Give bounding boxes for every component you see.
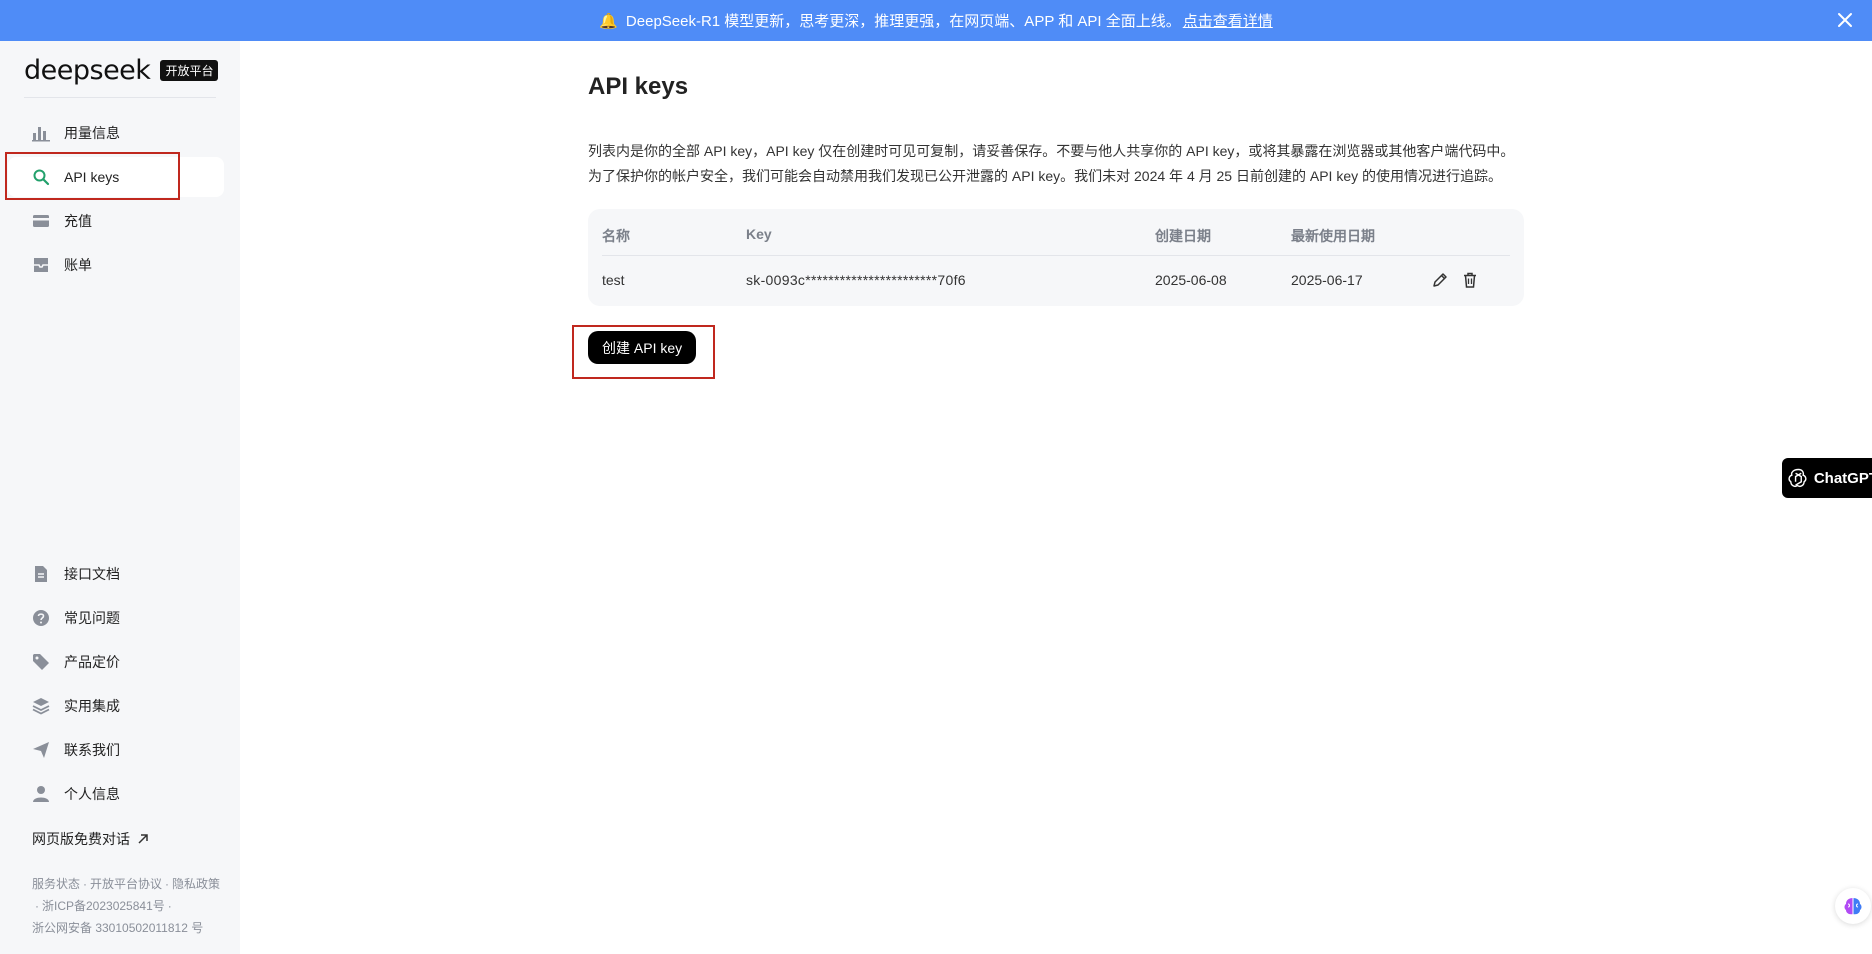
document-icon (32, 565, 50, 583)
column-header-created: 创建日期 (1155, 228, 1211, 244)
cell-key-name: test (602, 272, 625, 288)
send-icon (32, 741, 50, 759)
sidebar-divider (24, 97, 216, 98)
sidebar-item-label: 常见问题 (64, 610, 120, 626)
api-keys-table: 名称 Key 创建日期 最新使用日期 test sk-0093c********… (588, 209, 1524, 306)
column-header-name: 名称 (602, 228, 630, 244)
service-status-link[interactable]: 服务状态 (32, 877, 80, 891)
sidebar-item-integrations[interactable]: 实用集成 (8, 686, 224, 726)
announcement-banner: 🔔 DeepSeek-R1 模型更新，思考更深，推理更强，在网页端、APP 和 … (0, 0, 1872, 41)
sidebar-item-label: 账单 (64, 257, 92, 273)
sidebar-item-label: 接口文档 (64, 566, 120, 582)
sidebar-item-billing[interactable]: 账单 (8, 245, 224, 285)
free-chat-label: 网页版免费对话 (32, 831, 130, 847)
privacy-link[interactable]: 隐私政策 (172, 877, 220, 891)
brain-icon (1844, 898, 1862, 915)
free-chat-link[interactable]: 网页版免费对话 (32, 829, 150, 849)
bill-icon (32, 256, 50, 274)
chatgpt-floating-button[interactable]: ChatGPT (1782, 458, 1872, 498)
logo-row: deepseek 开放平台 (24, 55, 219, 86)
question-icon (32, 609, 50, 627)
bar-chart-icon (32, 124, 50, 142)
sidebar-item-profile[interactable]: 个人信息 (8, 774, 224, 814)
bell-icon: 🔔 (599, 12, 618, 30)
agreement-link[interactable]: 开放平台协议 (90, 877, 162, 891)
sidebar-item-label: 个人信息 (64, 786, 120, 802)
highlight-box-create-button (572, 325, 715, 379)
platform-badge: 开放平台 (160, 60, 219, 81)
close-icon[interactable] (1834, 9, 1856, 31)
sidebar-footer: 服务状态 · 开放平台协议 · 隐私政策 · 浙ICP备2023025841号 · 浙公网安… (32, 877, 221, 935)
layers-icon (32, 697, 50, 715)
cell-key-value: sk-0093c***********************70f6 (746, 272, 966, 288)
edit-icon[interactable] (1431, 271, 1449, 289)
column-header-key: Key (746, 226, 772, 242)
banner-message: DeepSeek-R1 模型更新，思考更深，推理更强，在网页端、APP 和 AP… (625, 13, 1181, 30)
page-description: 列表内是你的全部 API key，API key 仅在创建时可见可复制，请妥善保… (588, 139, 1548, 189)
sidebar-item-usage[interactable]: 用量信息 (8, 113, 224, 153)
sidebar-item-label: 产品定价 (64, 654, 120, 670)
sidebar-item-label: 用量信息 (64, 125, 120, 141)
description-line-1: 列表内是你的全部 API key，API key 仅在创建时可见可复制，请妥善保… (588, 143, 1515, 159)
page-title: API keys (588, 73, 689, 100)
openai-logo-icon (1788, 468, 1807, 488)
table-divider (602, 255, 1510, 256)
highlight-box-nav (5, 152, 180, 200)
user-icon (32, 785, 50, 803)
sidebar-item-label: 实用集成 (64, 698, 120, 714)
description-line-2: 为了保护你的帐户安全，我们可能会自动禁用我们发现已公开泄露的 API key。我… (588, 168, 1502, 184)
tag-icon (32, 653, 50, 671)
delete-icon[interactable] (1461, 271, 1479, 289)
icp-link[interactable]: 浙ICP备2023025841号 (42, 899, 165, 913)
deepseek-logo[interactable]: deepseek (24, 55, 151, 86)
cell-last-used-date: 2025-06-17 (1291, 272, 1363, 288)
sidebar-item-contact[interactable]: 联系我们 (8, 730, 224, 770)
external-arrow-icon (138, 834, 148, 844)
sidebar-item-docs[interactable]: 接口文档 (8, 554, 224, 594)
card-icon (32, 212, 50, 230)
column-header-last-used: 最新使用日期 (1291, 228, 1375, 244)
sidebar-nav-bottom: 接口文档 常见问题 产品定价 实用集成 联系我们 个人信息 (8, 554, 224, 818)
chatgpt-label: ChatGPT (1813, 469, 1872, 487)
assistant-floating-button[interactable] (1835, 888, 1871, 924)
banner-details-link[interactable]: 点击查看详情 (1183, 10, 1273, 31)
cell-created-date: 2025-06-08 (1155, 272, 1227, 288)
sidebar-item-recharge[interactable]: 充值 (8, 201, 224, 241)
sidebar-item-label: 充值 (64, 213, 92, 229)
sidebar-item-label: 联系我们 (64, 742, 120, 758)
sidebar-item-faq[interactable]: 常见问题 (8, 598, 224, 638)
police-record-link[interactable]: 浙公网安备 33010502011812 号 (32, 921, 203, 935)
sidebar-item-pricing[interactable]: 产品定价 (8, 642, 224, 682)
sidebar-nav-top: 用量信息 API keys 充值 账单 (8, 113, 224, 289)
